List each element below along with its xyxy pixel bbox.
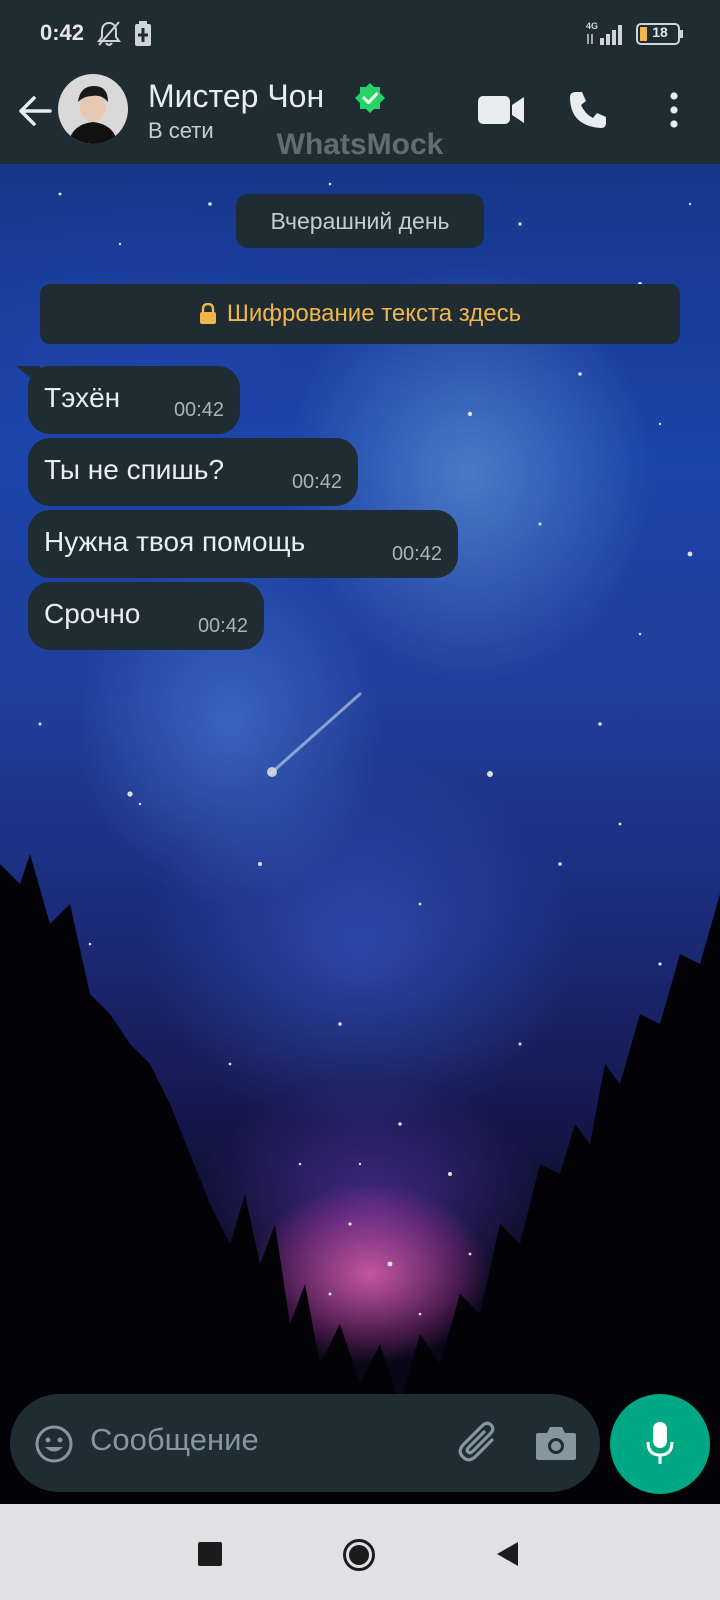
emoji-icon[interactable] (34, 1424, 74, 1464)
message-bubble-incoming[interactable]: Тэхён 00:42 (16, 366, 240, 434)
message-input[interactable]: Сообщение (90, 1422, 259, 1458)
contact-name[interactable]: Мистер Чон (148, 78, 324, 115)
wallpaper-dim (0, 164, 720, 1504)
clock: 0:42 (40, 20, 85, 45)
svg-text:4G: 4G (586, 21, 598, 31)
message-text: Срочно (44, 598, 141, 629)
battery-level: 18 (652, 24, 668, 40)
chat-area[interactable]: Вчерашний день Шифрование текста здесь Т… (0, 164, 720, 1504)
camera-icon[interactable] (534, 1424, 578, 1462)
voice-record-button[interactable] (610, 1394, 710, 1494)
message-time: 00:42 (197, 615, 248, 637)
battery-saver-icon (135, 21, 151, 46)
more-options-icon[interactable] (664, 90, 684, 130)
message-time: 00:42 (173, 399, 224, 421)
message-text: Нужна твоя помощь (44, 526, 306, 557)
recents-square-icon[interactable] (198, 1542, 222, 1566)
back-arrow-icon[interactable] (16, 94, 54, 128)
home-circle-icon[interactable] (342, 1538, 376, 1572)
system-navigation-bar (0, 1504, 720, 1600)
encryption-notice[interactable]: Шифрование текста здесь (40, 284, 680, 344)
chat-header: 0:42 4G 18 Мистер Чон В сети WhatsMock (0, 0, 720, 164)
message-text: Тэхён (44, 382, 121, 413)
cellular-signal-icon: 4G (586, 21, 622, 45)
status-bar: 0:42 4G 18 (0, 0, 720, 70)
bell-muted-icon (97, 21, 121, 46)
message-time: 00:42 (291, 471, 342, 493)
message-bubble-incoming[interactable]: Срочно 00:42 (28, 582, 264, 650)
message-time: 00:42 (391, 543, 442, 565)
watermark: WhatsMock (276, 128, 444, 161)
paperclip-icon[interactable] (456, 1420, 502, 1466)
bubble-tail (16, 366, 40, 386)
lock-icon (199, 303, 216, 324)
encryption-text: Шифрование текста здесь (226, 300, 522, 327)
message-composer[interactable]: Сообщение (10, 1394, 600, 1492)
message-bubble-incoming[interactable]: Нужна твоя помощь 00:42 (28, 510, 458, 578)
verified-badge-icon (355, 83, 385, 113)
message-text: Ты не спишь? (44, 454, 225, 485)
video-call-icon[interactable] (476, 90, 526, 130)
date-chip: Вчерашний день (236, 194, 484, 248)
message-bubble-incoming[interactable]: Ты не спишь? 00:42 (28, 438, 358, 506)
phone-icon[interactable] (566, 88, 610, 132)
back-triangle-icon[interactable] (494, 1540, 520, 1568)
microphone-icon (646, 1422, 674, 1464)
